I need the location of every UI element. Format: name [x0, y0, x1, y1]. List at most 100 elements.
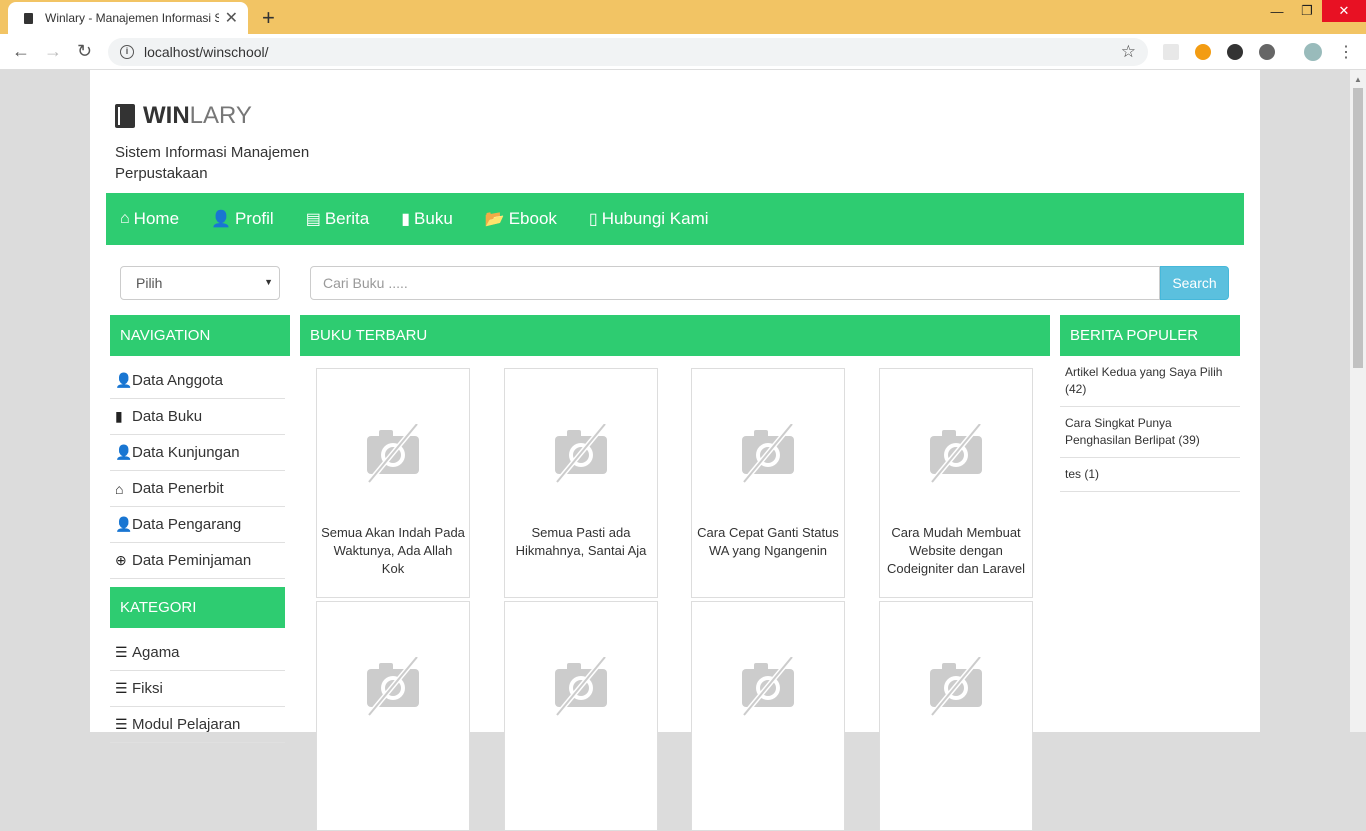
site-tagline: Sistem Informasi Manajemen Perpustakaan — [115, 144, 310, 182]
search-input[interactable]: Cari Buku ..... — [310, 266, 1160, 300]
menu-label: Ebook — [508, 209, 557, 228]
kategori-item-agama[interactable]: ☰ Agama — [110, 635, 285, 671]
restore-icon[interactable]: ❐ — [1292, 0, 1322, 22]
kategori-label: Agama — [132, 644, 180, 661]
navigation-header: NAVIGATION — [110, 315, 290, 356]
book-card[interactable]: Cara Cepat Ganti Status WA yang Ngangeni… — [691, 368, 845, 598]
browser-tab[interactable]: Winlary - Manajemen Informasi S ✕ — [8, 2, 248, 34]
omnibox[interactable]: i localhost/winschool/ ☆ — [108, 38, 1148, 66]
profile-avatar-icon[interactable] — [1304, 43, 1322, 61]
search-row: Pilih ▼ Cari Buku ..... Search — [120, 266, 1230, 300]
book-card[interactable] — [691, 601, 845, 831]
book-card[interactable]: Cara Mudah Membuat Website dengan Codeig… — [879, 368, 1033, 598]
scroll-up-icon[interactable]: ▲ — [1354, 75, 1362, 84]
search-button[interactable]: Search — [1160, 266, 1229, 300]
brand-light: LARY — [189, 102, 252, 129]
kategori-label: Fiksi — [132, 680, 163, 697]
url-text[interactable]: localhost/winschool/ — [144, 44, 269, 60]
nav-item-data-peminjaman[interactable]: ⊕ Data Peminjaman — [110, 543, 285, 579]
book-title[interactable]: Semua Akan Indah Pada Waktunya, Ada Alla… — [321, 524, 465, 578]
address-bar-row: ← → ↻ i localhost/winschool/ ☆ ⋮ — [0, 34, 1366, 70]
page-scrollbar[interactable]: ▲ — [1350, 70, 1366, 732]
reload-icon[interactable]: ↻ — [77, 41, 92, 62]
kategori-list: ☰ Agama ☰ Fiksi ☰ Modul Pelajaran — [110, 635, 285, 743]
more-menu-icon[interactable]: ⋮ — [1338, 42, 1354, 62]
brand-bold: WIN — [143, 102, 190, 129]
kategori-item-modul-pelajaran[interactable]: ☰ Modul Pelajaran — [110, 707, 285, 743]
folder-open-icon: 📂 — [484, 211, 505, 228]
no-image-icon — [367, 424, 419, 484]
book-icon: ▮ — [115, 408, 123, 424]
user-icon: 👤 — [211, 211, 231, 228]
list-icon: ☰ — [115, 644, 128, 660]
bookmark-star-icon[interactable]: ☆ — [1121, 42, 1136, 62]
menu-hubungi-kami[interactable]: ▯ Hubungi Kami — [589, 209, 709, 229]
tab-title: Winlary - Manajemen Informasi S — [45, 11, 219, 25]
page-viewport: WIN LARY Sistem Informasi Manajemen Perp… — [0, 70, 1350, 831]
window-controls: — ❐ ✕ — [1262, 0, 1366, 22]
nav-label: Data Buku — [132, 408, 203, 425]
populer-item[interactable]: tes (1) — [1060, 458, 1240, 492]
menu-home[interactable]: ⌂ Home — [120, 209, 179, 229]
info-icon[interactable]: i — [120, 45, 134, 59]
scrollbar-thumb[interactable] — [1353, 88, 1363, 368]
menu-ebook[interactable]: 📂 Ebook — [485, 209, 557, 229]
extension-icon[interactable] — [1195, 44, 1211, 60]
home-icon: ⌂ — [115, 480, 124, 497]
back-icon[interactable]: ← — [12, 41, 30, 62]
kategori-label: Modul Pelajaran — [132, 716, 241, 733]
no-image-icon — [555, 424, 607, 484]
select-value: Pilih — [136, 275, 163, 291]
category-select[interactable]: Pilih ▼ — [120, 266, 280, 300]
populer-item[interactable]: Artikel Kedua yang Saya Pilih (42) — [1060, 356, 1240, 407]
browser-tab-strip: Winlary - Manajemen Informasi S ✕ + — ❐ … — [0, 0, 1366, 34]
list-icon: ☰ — [115, 716, 128, 732]
book-card[interactable]: Semua Pasti ada Hikmahnya, Santai Aja — [504, 368, 658, 598]
phone-icon: ▯ — [588, 211, 598, 228]
nav-item-data-anggota[interactable]: 👤 Data Anggota — [110, 363, 285, 399]
menu-profil[interactable]: 👤 Profil — [211, 209, 274, 229]
nav-label: Data Peminjaman — [132, 552, 252, 569]
book-title[interactable]: Semua Pasti ada Hikmahnya, Santai Aja — [509, 524, 653, 560]
kategori-header: KATEGORI — [110, 587, 285, 628]
book-title[interactable]: Cara Mudah Membuat Website dengan Codeig… — [884, 524, 1028, 578]
new-tab-button[interactable]: + — [262, 5, 275, 31]
menu-berita[interactable]: ▤ Berita — [306, 209, 370, 229]
buku-terbaru-header: BUKU TERBARU — [300, 315, 1050, 356]
nav-item-data-buku[interactable]: ▮ Data Buku — [110, 399, 285, 435]
book-title[interactable]: Cara Cepat Ganti Status WA yang Ngangeni… — [696, 524, 840, 560]
main-menu: ⌂ Home 👤 Profil ▤ Berita ▮ Buku 📂 Ebook ▯ Hubu… — [106, 193, 1244, 245]
book-card[interactable] — [504, 601, 658, 831]
no-image-icon — [367, 657, 419, 717]
extension-icon[interactable] — [1163, 44, 1179, 60]
site-logo[interactable]: WIN LARY — [115, 102, 252, 130]
nav-label: Data Penerbit — [132, 480, 224, 497]
book-icon — [115, 104, 135, 128]
kategori-item-fiksi[interactable]: ☰ Fiksi — [110, 671, 285, 707]
newspaper-icon: ▤ — [305, 211, 321, 228]
extension-icon[interactable] — [1227, 44, 1243, 60]
nav-item-data-penerbit[interactable]: ⌂ Data Penerbit — [110, 471, 285, 507]
populer-item[interactable]: Cara Singkat Punya Penghasilan Berlipat … — [1060, 407, 1240, 458]
book-card[interactable]: Semua Akan Indah Pada Waktunya, Ada Alla… — [316, 368, 470, 598]
forward-icon[interactable]: → — [44, 41, 62, 62]
menu-label: Home — [133, 209, 180, 228]
page-container: WIN LARY Sistem Informasi Manajemen Perp… — [90, 70, 1260, 831]
book-card[interactable] — [879, 601, 1033, 831]
no-image-icon — [742, 657, 794, 717]
menu-label: Profil — [234, 209, 274, 228]
download-circle-icon: ⊕ — [115, 552, 127, 568]
user-icon: 👤 — [115, 372, 133, 388]
window-close-icon[interactable]: ✕ — [1322, 0, 1366, 22]
extension-icon[interactable] — [1259, 44, 1275, 60]
menu-buku[interactable]: ▮ Buku — [401, 209, 453, 229]
berita-populer-header: BERITA POPULER — [1060, 315, 1240, 356]
nav-item-data-pengarang[interactable]: 👤 Data Pengarang — [110, 507, 285, 543]
menu-label: Berita — [324, 209, 370, 228]
minimize-icon[interactable]: — — [1262, 0, 1292, 22]
berita-populer-list: Artikel Kedua yang Saya Pilih (42) Cara … — [1060, 356, 1240, 492]
tab-close-icon[interactable]: ✕ — [225, 8, 238, 28]
book-card[interactable] — [316, 601, 470, 831]
no-image-icon — [930, 657, 982, 717]
nav-item-data-kunjungan[interactable]: 👤 Data Kunjungan — [110, 435, 285, 471]
